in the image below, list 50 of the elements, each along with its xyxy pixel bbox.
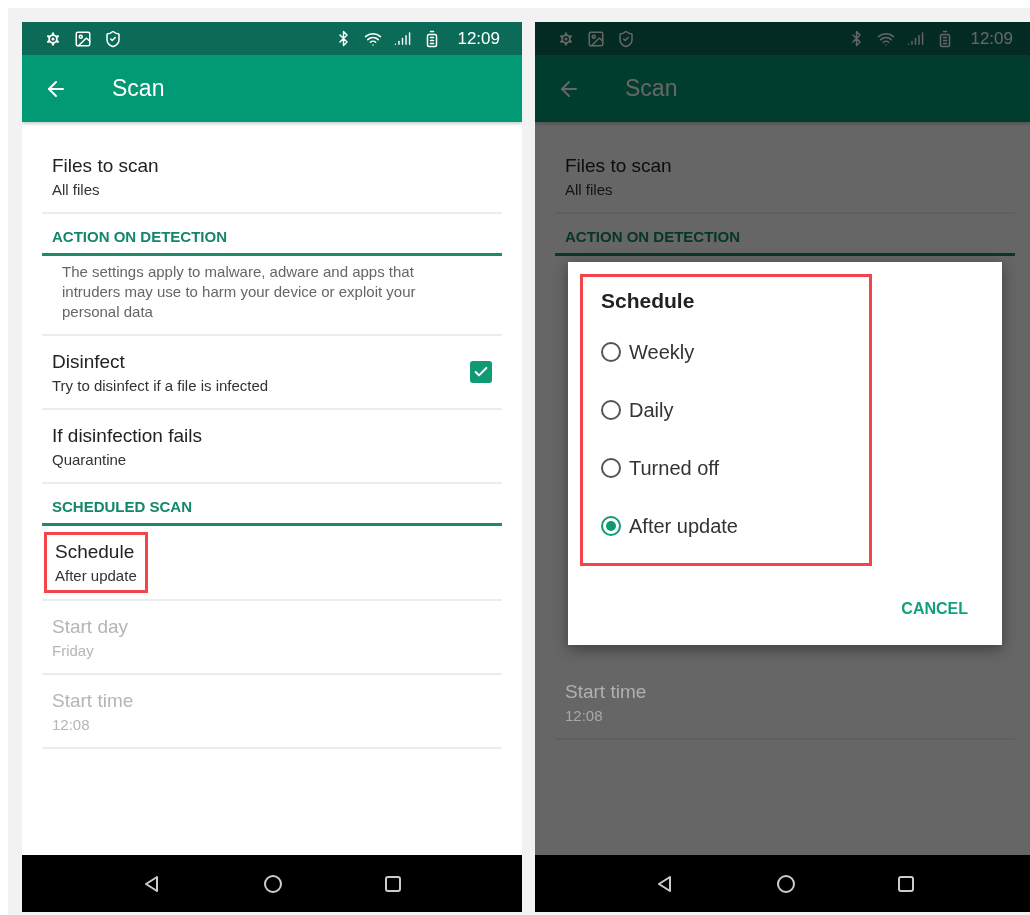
- setting-title: If disinfection fails: [52, 424, 202, 447]
- radio-button[interactable]: [601, 516, 621, 536]
- screen-title: Scan: [112, 75, 165, 102]
- recents-nav-icon[interactable]: [383, 874, 402, 893]
- setting-value: 12:08: [565, 706, 604, 724]
- signal-icon: [394, 30, 412, 47]
- setting-row[interactable]: Disinfect Try to disinfect if a file is infected: [42, 336, 502, 410]
- shield-icon: [104, 29, 122, 48]
- settings-icon: [44, 29, 62, 48]
- option-label[interactable]: After update: [629, 514, 738, 538]
- option-label[interactable]: Weekly: [629, 340, 695, 364]
- option-label[interactable]: Turned off: [629, 456, 720, 480]
- setting-row[interactable]: Schedule After update: [42, 526, 502, 601]
- image-icon: [587, 29, 605, 48]
- option-label[interactable]: Daily: [629, 398, 674, 422]
- checkbox[interactable]: [470, 361, 492, 383]
- radio-button[interactable]: [601, 342, 621, 362]
- setting-title: Start time: [52, 689, 134, 712]
- setting-value: All files: [52, 180, 101, 198]
- setting-title: Files to scan: [52, 154, 159, 177]
- section-header: ACTION ON DETECTION: [555, 214, 1015, 256]
- setting-title: Disinfect: [52, 350, 126, 373]
- setting-value: All files: [565, 180, 614, 198]
- screen-title: Scan: [625, 75, 678, 102]
- section-header: ACTION ON DETECTION: [42, 214, 502, 256]
- shield-icon: [617, 29, 635, 48]
- clock-time: 12:09: [970, 28, 1013, 49]
- setting-title: Schedule: [55, 541, 136, 563]
- setting-title: Start day: [52, 615, 129, 638]
- settings-icon: [557, 29, 575, 48]
- signal-icon: [907, 30, 925, 47]
- dialog-title: Schedule: [601, 289, 696, 313]
- setting-value: Try to disinfect if a file is infected: [52, 376, 269, 394]
- setting-value: After update: [55, 567, 137, 584]
- setting-row[interactable]: If disinfection fails Quarantine: [42, 410, 502, 484]
- image-icon: [74, 29, 92, 48]
- radio-button[interactable]: [601, 458, 621, 478]
- setting-title: Start time: [565, 680, 647, 703]
- home-nav-icon[interactable]: [263, 873, 283, 894]
- setting-value: Friday: [52, 641, 95, 659]
- section-header: SCHEDULED SCAN: [42, 484, 502, 526]
- setting-value: 12:08: [52, 715, 91, 733]
- section-description: The settings apply to malware, adware and apps that intruders may use to harm your device or exploit your personal data: [42, 256, 502, 336]
- setting-row[interactable]: Files to scan All files: [42, 140, 502, 214]
- clock-time: 12:09: [457, 28, 500, 49]
- home-nav-icon[interactable]: [776, 873, 796, 894]
- radio-button[interactable]: [601, 400, 621, 420]
- setting-value: Quarantine: [52, 450, 128, 468]
- setting-title: Files to scan: [565, 154, 672, 177]
- recents-nav-icon[interactable]: [896, 874, 915, 893]
